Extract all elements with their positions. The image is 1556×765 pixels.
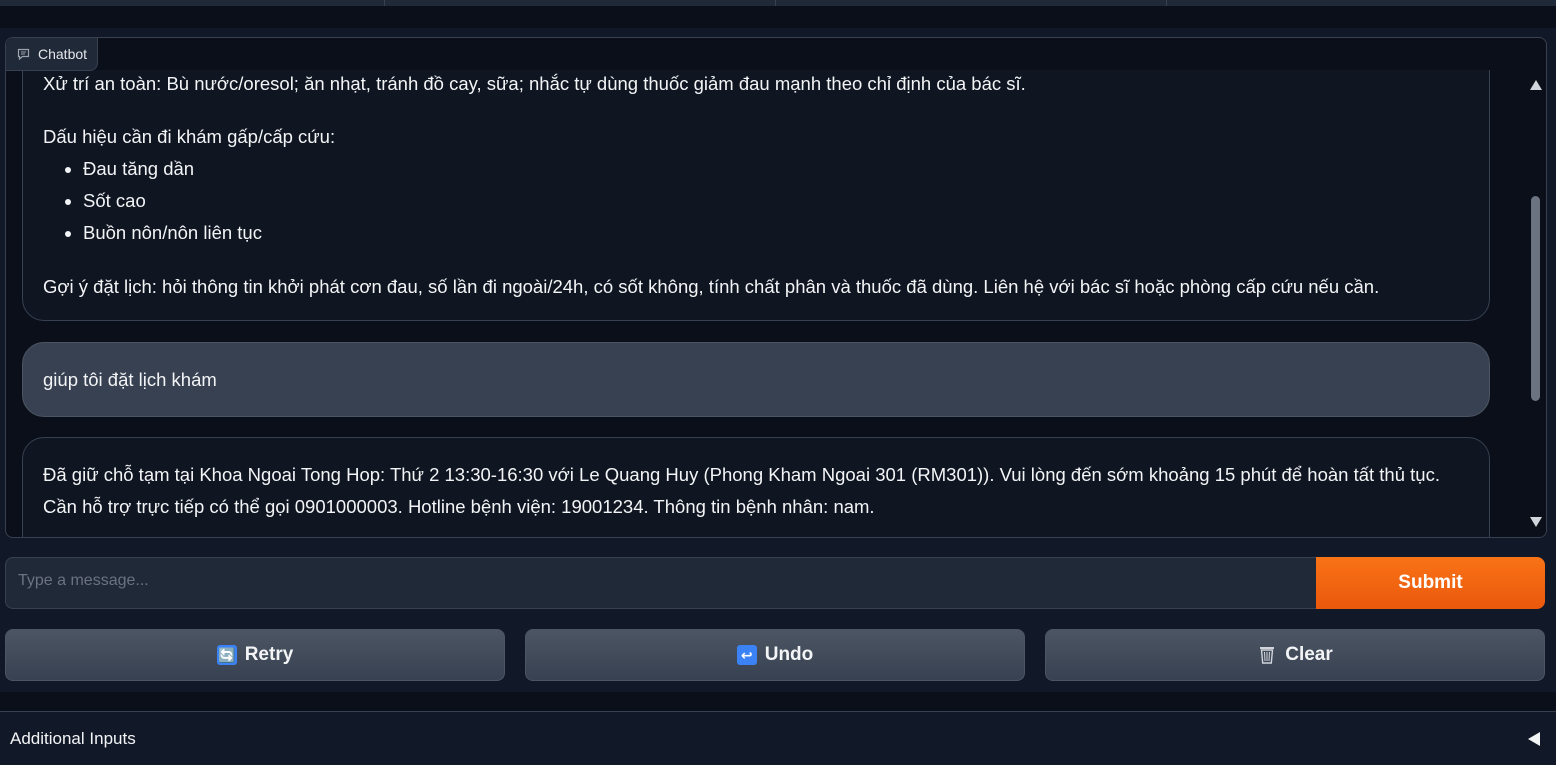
- list-item: Buồn nôn/nôn liên tục: [83, 217, 262, 249]
- chatbot-panel: Chatbot Xử trí an toàn: Bù nước/oresol; …: [5, 37, 1547, 538]
- warning-signs-list: Đau tăng dần Sốt cao Buồn nôn/nôn liên t…: [63, 153, 262, 249]
- list-item: Sốt cao: [83, 185, 262, 217]
- booking-suggestion: Gợi ý đặt lịch: hỏi thông tin khởi phát …: [43, 276, 1380, 297]
- chat-messages[interactable]: Xử trí an toàn: Bù nước/oresol; ăn nhạt,…: [6, 70, 1524, 537]
- main-panel: Chatbot Xử trí an toàn: Bù nước/oresol; …: [0, 28, 1556, 692]
- action-buttons: 🔄 Retry ↩ Undo Clear: [5, 629, 1545, 681]
- undo-arrow-icon: ↩: [736, 645, 757, 665]
- safety-advice: Xử trí an toàn: Bù nước/oresol; ăn nhạt,…: [43, 73, 1026, 94]
- clear-label: Clear: [1285, 644, 1333, 665]
- retry-button[interactable]: 🔄 Retry: [5, 629, 505, 681]
- scroll-up-arrow-icon[interactable]: [1530, 80, 1542, 90]
- message-input[interactable]: [5, 557, 1316, 609]
- undo-label: Undo: [764, 644, 814, 665]
- chat-scrollbar[interactable]: [1526, 70, 1546, 537]
- retry-label: Retry: [244, 644, 294, 665]
- list-item: Đau tăng dần: [83, 153, 262, 185]
- top-tab[interactable]: [1167, 0, 1556, 6]
- chat-bubble-icon: [17, 48, 30, 61]
- clear-button[interactable]: Clear: [1045, 629, 1545, 681]
- retry-arrows-icon: 🔄: [216, 645, 237, 665]
- chatbot-label-text: Chatbot: [38, 46, 88, 62]
- user-message-text: giúp tôi đặt lịch khám: [43, 368, 217, 390]
- chatbot-label: Chatbot: [6, 38, 99, 71]
- bot-message: Xử trí an toàn: Bù nước/oresol; ăn nhạt,…: [22, 70, 1490, 321]
- bot-message-text: Đã giữ chỗ tạm tại Khoa Ngoai Tong Hop: …: [43, 464, 1440, 517]
- top-tab[interactable]: [776, 0, 1167, 6]
- undo-button[interactable]: ↩ Undo: [525, 629, 1025, 681]
- scroll-thumb[interactable]: [1531, 196, 1540, 401]
- submit-button[interactable]: Submit: [1316, 557, 1545, 609]
- top-tab[interactable]: [385, 0, 776, 6]
- message-input-row: Submit: [5, 557, 1545, 609]
- triangle-left-icon[interactable]: [1528, 731, 1540, 746]
- user-message: giúp tôi đặt lịch khám: [22, 342, 1490, 417]
- wastebasket-icon: [1257, 645, 1277, 665]
- top-tab-bar: [0, 0, 1556, 28]
- top-tab[interactable]: [0, 0, 385, 6]
- scroll-down-arrow-icon[interactable]: [1530, 517, 1542, 527]
- warning-signs-heading: Dấu hiệu cần đi khám gấp/cấp cứu:: [43, 126, 336, 147]
- additional-inputs-accordion[interactable]: Additional Inputs: [0, 711, 1556, 765]
- bot-message: Đã giữ chỗ tạm tại Khoa Ngoai Tong Hop: …: [22, 437, 1490, 537]
- additional-inputs-label: Additional Inputs: [10, 728, 136, 748]
